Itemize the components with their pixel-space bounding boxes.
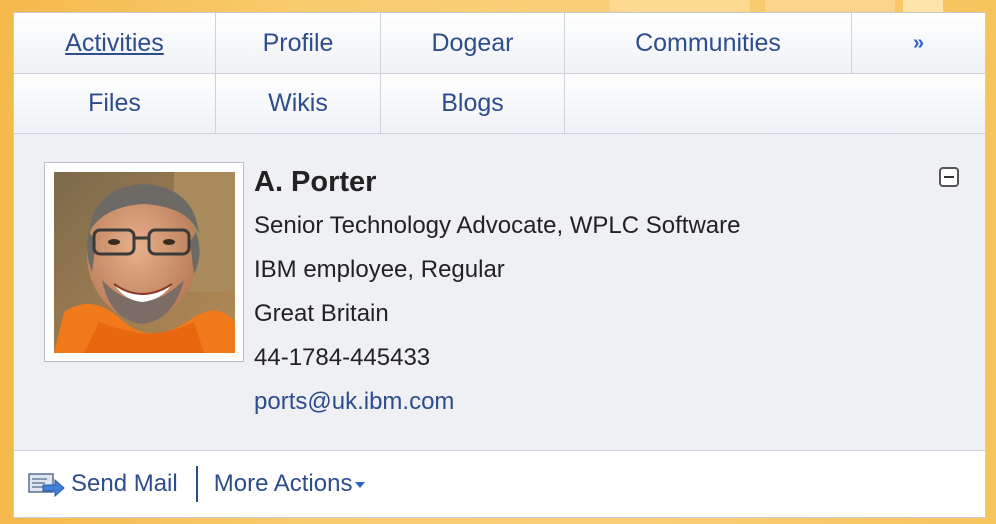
tab-empty bbox=[565, 74, 985, 134]
tab-dogear[interactable]: Dogear bbox=[381, 13, 565, 74]
service-tabs: Activities Profile Dogear Communities » … bbox=[14, 13, 985, 134]
tab-label: Communities bbox=[635, 28, 781, 57]
profile-photo-frame bbox=[44, 162, 244, 362]
collapse-icon[interactable] bbox=[939, 167, 959, 187]
profile-name[interactable]: A. Porter bbox=[254, 166, 741, 199]
tab-blogs[interactable]: Blogs bbox=[381, 74, 565, 134]
profile-panel: A. Porter Senior Technology Advocate, WP… bbox=[14, 134, 985, 451]
tab-label: Dogear bbox=[431, 28, 514, 57]
more-actions-menu[interactable]: More Actions bbox=[214, 470, 366, 498]
tab-label: Profile bbox=[262, 28, 334, 57]
send-mail-link[interactable]: Send Mail bbox=[71, 470, 178, 498]
tab-label: Blogs bbox=[441, 89, 504, 117]
avatar bbox=[54, 172, 235, 353]
tab-profile[interactable]: Profile bbox=[216, 13, 381, 74]
send-mail-icon[interactable] bbox=[27, 469, 65, 499]
tab-wikis[interactable]: Wikis bbox=[216, 74, 381, 134]
location: Great Britain bbox=[254, 300, 389, 327]
tab-communities[interactable]: Communities bbox=[565, 13, 852, 74]
profile-photo[interactable] bbox=[54, 172, 235, 353]
more-actions-label: More Actions bbox=[213, 470, 353, 497]
tab-label: Wikis bbox=[268, 89, 328, 117]
tab-files[interactable]: Files bbox=[14, 74, 216, 134]
business-card: Activities Profile Dogear Communities » … bbox=[13, 12, 986, 518]
more-tabs-button[interactable]: » bbox=[852, 13, 985, 74]
double-chevron-down-icon: » bbox=[912, 31, 925, 54]
action-bar: Send Mail More Actions bbox=[14, 451, 985, 517]
caret-down-icon bbox=[355, 481, 366, 488]
tab-label: Activities bbox=[65, 28, 164, 57]
profile-info: A. Porter Senior Technology Advocate, WP… bbox=[254, 166, 741, 429]
separator bbox=[195, 466, 198, 502]
tab-label: Files bbox=[88, 89, 141, 117]
email-link[interactable]: ports@uk.ibm.com bbox=[254, 385, 741, 429]
employment-status: IBM employee, Regular bbox=[254, 256, 505, 283]
job-title: Senior Technology Advocate, WPLC Softwar… bbox=[254, 212, 741, 239]
tab-activities[interactable]: Activities bbox=[14, 13, 216, 74]
phone-number: 44-1784-445433 bbox=[254, 344, 431, 371]
